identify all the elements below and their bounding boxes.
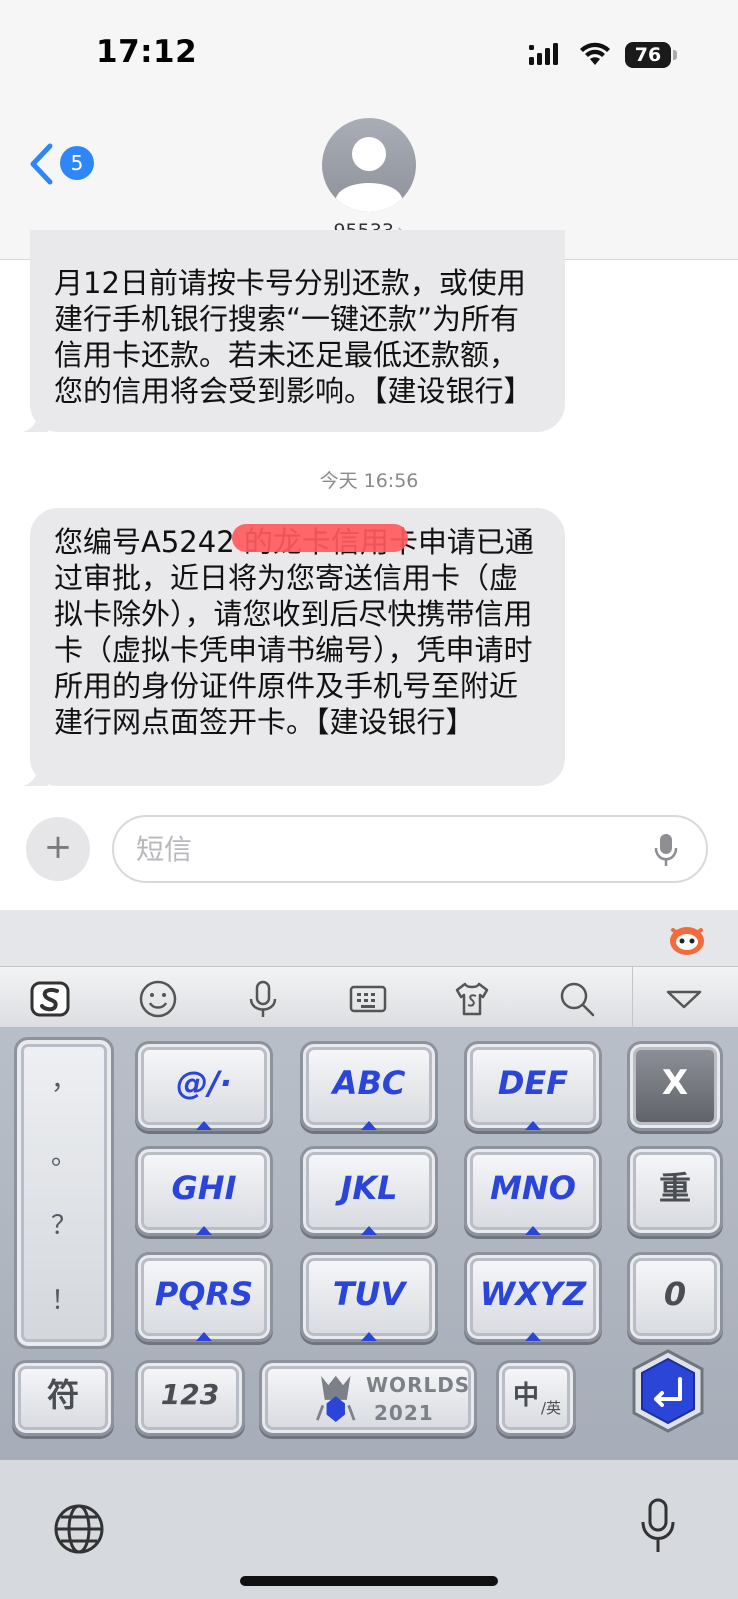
punctuation-comma[interactable]: ， (17, 1060, 111, 1097)
language-main-label: 中 (513, 1381, 540, 1411)
back-button[interactable]: 5 (28, 140, 98, 190)
key-tuv[interactable]: TUV (300, 1252, 438, 1342)
punctuation-question[interactable]: ？ (17, 1205, 111, 1242)
zero-key[interactable]: 0 (627, 1252, 723, 1342)
message-input[interactable] (136, 827, 616, 871)
contact-avatar[interactable] (322, 118, 416, 212)
swipe-hint-icon (361, 1226, 377, 1235)
space-logo-year: 2021 (374, 1401, 434, 1425)
person-icon (336, 137, 402, 212)
keyboard-layout-icon[interactable] (348, 979, 388, 1019)
bubble-tail (22, 410, 48, 432)
swipe-hint-icon (525, 1332, 541, 1341)
symbols-key[interactable]: 符 (12, 1360, 114, 1436)
message-timestamp: 今天 16:56 (319, 470, 419, 492)
collapse-keyboard-icon[interactable] (664, 979, 704, 1019)
swipe-hint-icon (196, 1332, 212, 1341)
skin-shirt-icon[interactable] (452, 979, 492, 1019)
microphone-icon[interactable] (640, 1498, 676, 1556)
language-switch-key[interactable]: 中 /英 (496, 1360, 576, 1436)
punctuation-period[interactable]: 。 (17, 1135, 111, 1172)
key-jkl[interactable]: JKL (300, 1146, 438, 1236)
swipe-hint-icon (361, 1332, 377, 1341)
sogou-logo-icon[interactable] (30, 979, 70, 1019)
bottom-bar (0, 1460, 738, 1599)
home-indicator (240, 1576, 498, 1586)
key-wxyz[interactable]: WXYZ (464, 1252, 602, 1342)
status-time: 17:12 (96, 34, 198, 70)
swipe-hint-icon (361, 1121, 377, 1130)
swipe-hint-icon (525, 1226, 541, 1235)
language-sub-label: /英 (541, 1399, 562, 1417)
message-text: 您编号A5242 的龙卡信用卡申请已通过审批，近日将为您寄送信用卡（虚拟卡除外）… (54, 525, 534, 739)
unread-badge: 5 (60, 146, 94, 180)
key-symbols-at[interactable]: @/· (135, 1041, 273, 1131)
message-field[interactable] (112, 815, 708, 883)
message-text: 月12日前请按卡号分别还款，或使用建行手机银行搜索“一键还款”为所有信用卡还款。… (54, 266, 533, 408)
composer: + (0, 800, 738, 900)
space-logo-text: WORLDS (366, 1373, 471, 1397)
wifi-icon (580, 42, 610, 65)
microphone-icon[interactable] (654, 833, 678, 867)
keyboard-top-bar (0, 910, 738, 966)
reset-key[interactable]: 重 (627, 1146, 723, 1236)
add-attachment-button[interactable]: + (26, 817, 90, 881)
bubble-tail (22, 764, 48, 786)
punctuation-column[interactable]: ， 。 ？ ！ (14, 1037, 114, 1349)
punctuation-exclamation[interactable]: ！ (17, 1280, 111, 1317)
keyboard-toolbar (0, 966, 738, 1029)
key-ghi[interactable]: GHI (135, 1146, 273, 1236)
key-pqrs[interactable]: PQRS (135, 1252, 273, 1342)
swipe-hint-icon (196, 1226, 212, 1235)
status-bar: 17:12 76 (0, 0, 738, 108)
cellular-signal-icon (529, 43, 558, 65)
delete-key[interactable]: X (627, 1041, 723, 1131)
enter-key[interactable] (630, 1349, 706, 1433)
swipe-hint-icon (525, 1121, 541, 1130)
redaction-mark (232, 524, 408, 552)
voice-input-icon[interactable] (243, 979, 283, 1019)
numbers-key[interactable]: 123 (135, 1360, 245, 1436)
swipe-hint-icon (196, 1121, 212, 1130)
toolbar-divider (632, 967, 633, 1029)
key-def[interactable]: DEF (464, 1041, 602, 1131)
battery-tip (673, 50, 677, 60)
mascot-icon[interactable] (668, 920, 706, 958)
message-bubble[interactable]: 月12日前请按卡号分别还款，或使用建行手机银行搜索“一键还款”为所有信用卡还款。… (22, 230, 565, 432)
search-icon[interactable] (557, 979, 597, 1019)
key-mno[interactable]: MNO (464, 1146, 602, 1236)
emoji-icon[interactable] (138, 979, 178, 1019)
globe-icon[interactable] (52, 1502, 106, 1556)
chevron-left-icon (30, 143, 53, 185)
space-key[interactable]: WORLDS 2021 (259, 1360, 477, 1436)
key-abc[interactable]: ABC (300, 1041, 438, 1131)
battery-level: 76 (625, 42, 671, 68)
